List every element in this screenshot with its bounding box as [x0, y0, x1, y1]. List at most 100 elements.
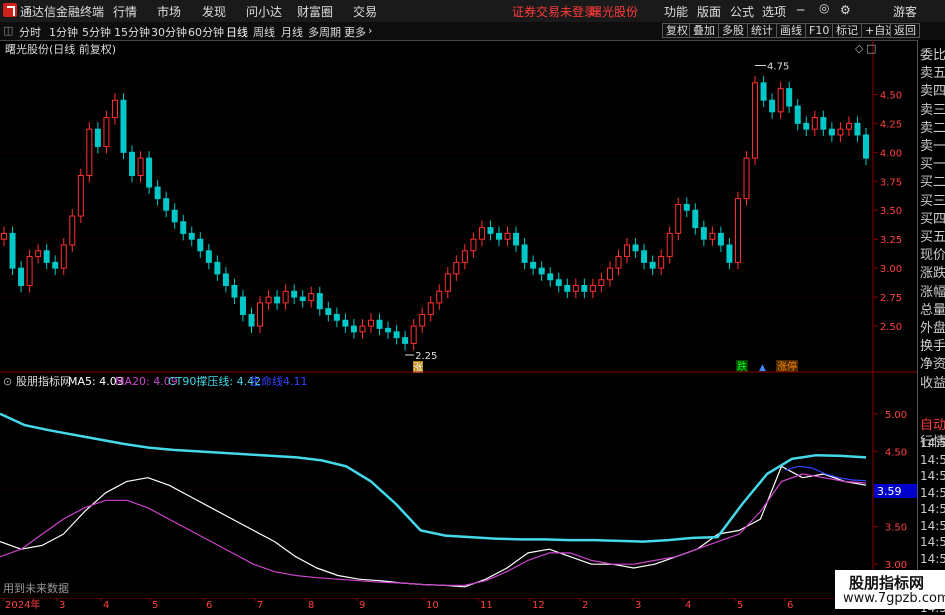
- quote-field-label: 买五: [920, 230, 945, 245]
- indicator-name[interactable]: 股朋指标网: [16, 374, 71, 388]
- candle-body: [794, 105, 801, 124]
- candle-body: [478, 227, 485, 240]
- quote-field-label: 买一: [920, 157, 945, 173]
- quote-field-label: 涨幅: [920, 284, 945, 300]
- indicator-chart[interactable]: 5.004.504.003.503.00 ⊙ 股朋指标网 MA5: 4.03 M…: [0, 373, 917, 598]
- period-15min[interactable]: 15分钟: [114, 24, 150, 40]
- candle-body: [470, 238, 477, 252]
- menu-caifuquan[interactable]: 财富圈: [297, 3, 333, 20]
- tongji-button[interactable]: 统计: [747, 23, 777, 38]
- candle-body: [1, 232, 7, 240]
- candle-body: [299, 296, 306, 302]
- biaoji-button[interactable]: 标记: [832, 23, 862, 38]
- time-label: 6: [787, 600, 793, 609]
- candle-body: [171, 209, 178, 223]
- menu-wenxiaoda[interactable]: 问小达: [246, 3, 282, 20]
- period-1min[interactable]: 1分钟: [49, 24, 78, 40]
- menu-faxian[interactable]: 发现: [202, 3, 226, 20]
- menu-gongneng[interactable]: 功能: [664, 3, 688, 20]
- candle-body: [564, 285, 571, 292]
- chevron-right-icon[interactable]: ›: [368, 24, 372, 37]
- settings-icon[interactable]: ⚙: [840, 3, 851, 17]
- candle-body: [538, 267, 545, 275]
- period-daily[interactable]: 日线: [226, 24, 248, 40]
- candle-body: [837, 128, 844, 136]
- candle-body: [803, 122, 810, 130]
- low-price-label: 2.25: [415, 351, 437, 362]
- ct90-label: CT90撑压线: 4.42: [168, 374, 261, 388]
- period-monthly[interactable]: 月线: [281, 24, 303, 40]
- diejia-button[interactable]: 叠加: [689, 23, 719, 38]
- chart-expand-icon[interactable]: ◇: [855, 42, 864, 55]
- candle-body: [265, 296, 272, 304]
- main-tick-label: 2.50: [880, 322, 902, 333]
- tick-time: 14:56: [920, 469, 945, 483]
- candle-body: [504, 232, 511, 240]
- candle-body: [453, 261, 460, 275]
- period-multi[interactable]: 多周期: [308, 24, 341, 40]
- collapse-icon[interactable]: ◫: [3, 24, 13, 37]
- future-data-note: 用到未来数据: [3, 581, 69, 595]
- ind-tick-label: 4.50: [885, 447, 907, 458]
- period-5min[interactable]: 5分钟: [82, 24, 111, 40]
- watermark: 股朋指标网 www.7gpzb.com: [835, 570, 945, 609]
- chart-close-icon[interactable]: □: [866, 42, 876, 55]
- indicator-menu-icon[interactable]: ⊙: [3, 375, 12, 388]
- candle-body: [333, 313, 340, 321]
- candle-body: [547, 273, 554, 281]
- period-weekly[interactable]: 周线: [253, 24, 275, 40]
- menu-bar: 通达信金融终端 行情 市场 发现 问小达 财富圈 交易 证券交易未登录 曙光股份…: [0, 0, 945, 23]
- candle-body: [700, 227, 707, 240]
- candle-body: [342, 319, 349, 327]
- candle-body: [530, 261, 537, 269]
- current-value-text: 3.59: [877, 485, 902, 498]
- time-label: 5: [152, 600, 158, 609]
- candlestick-chart[interactable]: 4.50 4.25 4.00 3.75 3.50 3.25 3.00 2.75 2.50 曙光股…: [0, 40, 917, 373]
- period-30min[interactable]: 30分钟: [151, 24, 187, 40]
- candle-body: [675, 203, 682, 234]
- guest-label[interactable]: 游客: [893, 3, 917, 20]
- menu-gongshi[interactable]: 公式: [730, 3, 754, 20]
- candle-body: [111, 99, 118, 119]
- candle-body: [120, 99, 127, 153]
- huaxian-button[interactable]: 画线: [776, 23, 806, 38]
- candle-body: [385, 327, 392, 333]
- minimize-icon[interactable]: ─: [797, 3, 804, 17]
- stock-name-title: 曙光股份: [590, 5, 639, 19]
- time-label: 3: [59, 600, 65, 609]
- candle-body: [214, 261, 221, 275]
- menu-shichang[interactable]: 市场: [157, 3, 181, 20]
- candle-body: [863, 134, 869, 159]
- candle-body: [624, 244, 631, 258]
- candle-body: [60, 244, 67, 269]
- login-notice[interactable]: 证券交易未登录: [512, 3, 596, 20]
- period-fenshi[interactable]: 分时: [19, 24, 41, 40]
- fuquan-button[interactable]: 复权: [662, 23, 692, 38]
- menu-banmian[interactable]: 版面: [697, 3, 721, 20]
- tick-time: 14:56: [920, 436, 945, 450]
- quote-field-label: 买四: [920, 211, 945, 227]
- quote-field-label: 卖五: [920, 66, 945, 82]
- skin-icon[interactable]: ◎: [819, 1, 829, 15]
- menu-xuanxiang[interactable]: 选项: [762, 3, 786, 20]
- quote-field-label: 外盘: [920, 321, 945, 336]
- high-price-label: 4.75: [767, 61, 789, 72]
- period-more[interactable]: 更多: [344, 24, 366, 40]
- candle-body: [393, 331, 400, 339]
- time-label: 2: [582, 600, 588, 609]
- back-button[interactable]: 返回: [890, 23, 920, 38]
- menu-jiaoyi[interactable]: 交易: [353, 3, 377, 20]
- candle-body: [69, 215, 76, 246]
- period-toolbar: ◫ 分时 1分钟 5分钟 15分钟 30分钟 60分钟 日线 周线 月线 多周期…: [0, 22, 945, 41]
- candle-body: [777, 88, 784, 113]
- duogu-button[interactable]: 多股: [718, 23, 748, 38]
- f10-button[interactable]: F10: [805, 23, 834, 38]
- tick-time: 14:56: [920, 485, 945, 500]
- period-60min[interactable]: 60分钟: [188, 24, 224, 40]
- candle-body: [658, 256, 665, 269]
- main-tick-label: 3.00: [880, 264, 902, 275]
- main-tick-label: 4.50: [880, 90, 902, 101]
- candle-body: [154, 186, 161, 200]
- quote-field-label: 卖一: [920, 139, 945, 154]
- menu-hangqing[interactable]: 行情: [113, 3, 137, 20]
